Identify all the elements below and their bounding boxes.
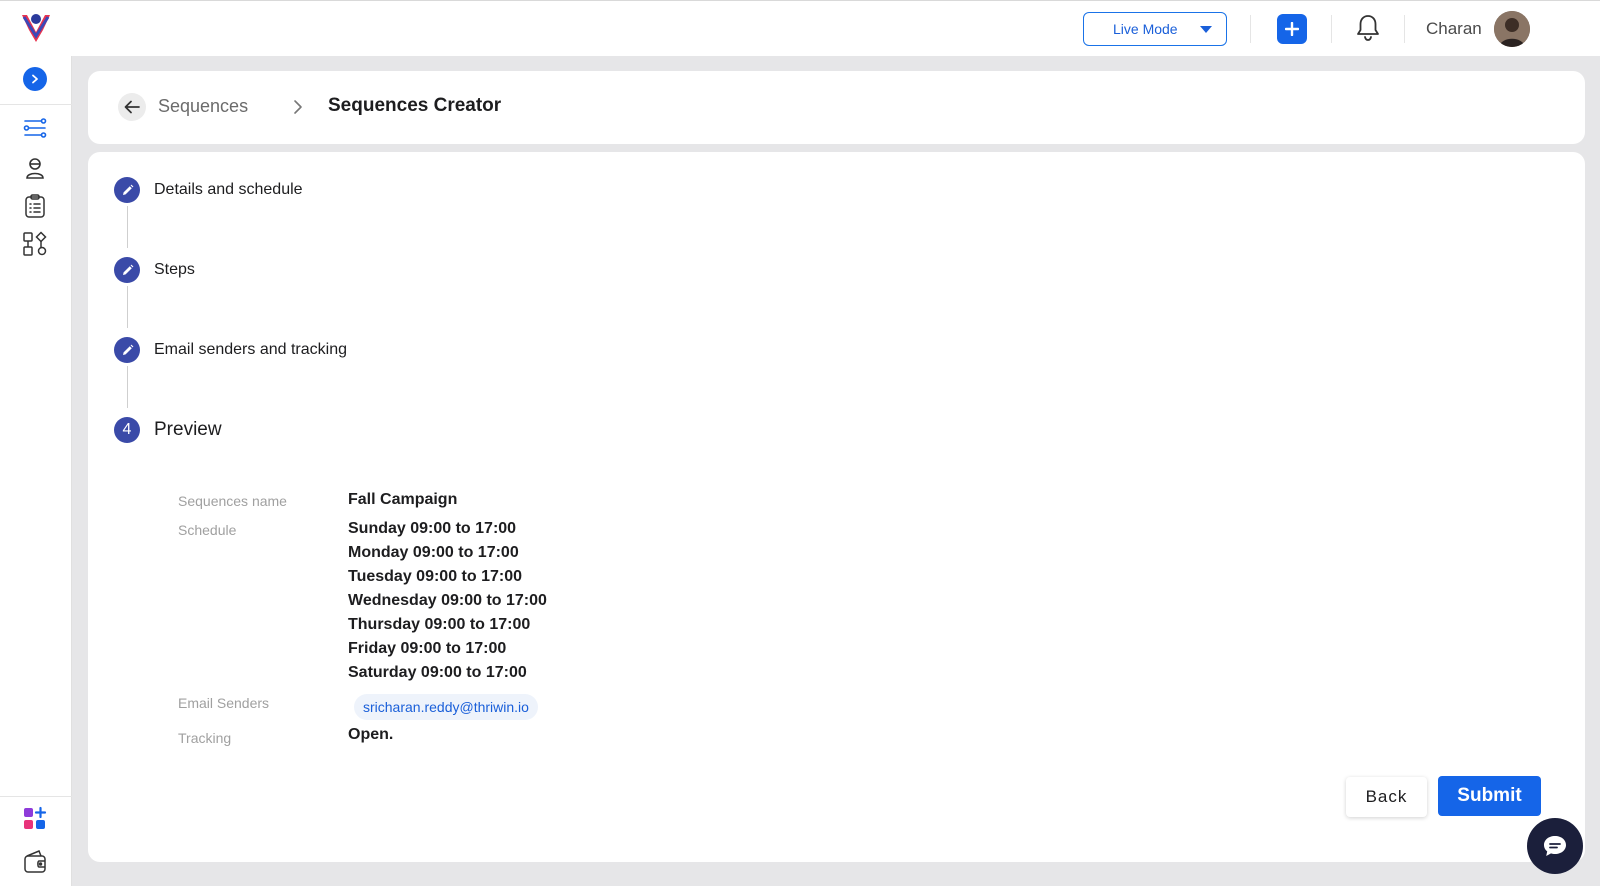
user-icon xyxy=(26,158,44,179)
apps-grid-icon xyxy=(24,806,47,829)
step-label: Steps xyxy=(154,261,195,278)
step-email-senders-and-tracking[interactable]: Email senders and tracking xyxy=(114,337,347,363)
step-label: Email senders and tracking xyxy=(154,341,347,358)
sequences-flow-icon xyxy=(23,118,47,138)
schedule-item: Friday 09:00 to 17:00 xyxy=(348,640,507,657)
user-name[interactable]: Charan xyxy=(1426,19,1482,39)
step-completed-badge xyxy=(114,257,140,283)
chevron-right-icon xyxy=(32,74,38,84)
mode-dropdown[interactable]: Live Mode xyxy=(1083,12,1227,46)
schedule-item: Monday 09:00 to 17:00 xyxy=(348,544,519,561)
sidebar-item-wallet[interactable] xyxy=(22,849,48,875)
mode-label: Live Mode xyxy=(1113,21,1178,37)
sidebar-item-apps[interactable] xyxy=(22,806,48,832)
sidebar-item-contacts[interactable] xyxy=(22,155,48,181)
schedule-item: Tuesday 09:00 to 17:00 xyxy=(348,568,523,585)
tracking-label: Tracking xyxy=(178,730,232,746)
avatar[interactable] xyxy=(1494,11,1530,47)
avatar-image-icon xyxy=(1494,11,1530,47)
back-button[interactable]: Back xyxy=(1346,777,1427,817)
sequence-preview-card: Details and schedule Steps Email senders… xyxy=(88,152,1585,862)
email-senders-label: Email Senders xyxy=(178,695,270,711)
pencil-icon xyxy=(122,184,133,195)
step-number-badge: 4 xyxy=(114,417,140,443)
chat-bubble-icon xyxy=(1544,836,1566,856)
arrow-left-icon xyxy=(124,100,140,114)
sidebar-divider xyxy=(0,104,72,105)
step-connector xyxy=(127,206,128,248)
wallet-icon xyxy=(24,850,46,873)
pencil-icon xyxy=(122,264,133,275)
page-title: Sequences Creator xyxy=(328,95,502,116)
notification-bell-icon[interactable] xyxy=(1354,13,1382,43)
schedule-item: Wednesday 09:00 to 17:00 xyxy=(348,592,547,609)
tracking-value: Open. xyxy=(348,726,394,743)
sidebar-item-workflows[interactable] xyxy=(22,231,48,257)
sidebar xyxy=(0,56,72,886)
breadcrumb: Sequences Sequences Creator xyxy=(88,71,1585,144)
chevron-right-icon xyxy=(294,100,302,114)
schedule-item: Sunday 09:00 to 17:00 xyxy=(348,520,517,537)
step-completed-badge xyxy=(114,177,140,203)
step-connector xyxy=(127,366,128,408)
chat-support-button[interactable] xyxy=(1527,818,1583,874)
step-label: Preview xyxy=(154,419,222,440)
plus-icon xyxy=(1285,22,1299,36)
step-steps[interactable]: Steps xyxy=(114,257,195,283)
back-arrow-button[interactable] xyxy=(118,93,146,121)
topbar-divider xyxy=(1250,15,1251,43)
schedule-item: Saturday 09:00 to 17:00 xyxy=(348,664,527,681)
sidebar-expand-button[interactable] xyxy=(23,67,47,91)
sidebar-divider xyxy=(0,796,72,797)
shapes-workflow-icon xyxy=(23,231,47,256)
topbar-divider xyxy=(1404,15,1405,43)
step-completed-badge xyxy=(114,337,140,363)
step-connector xyxy=(127,286,128,328)
sidebar-item-tasks[interactable] xyxy=(22,193,48,219)
schedule-label: Schedule xyxy=(178,522,237,538)
chevron-down-icon xyxy=(1200,26,1212,33)
step-label: Details and schedule xyxy=(154,181,303,198)
topbar-divider xyxy=(1331,15,1332,43)
sequence-name-label: Sequences name xyxy=(178,493,287,509)
submit-button[interactable]: Submit xyxy=(1438,776,1541,816)
breadcrumb-sequences-link[interactable]: Sequences xyxy=(158,96,248,117)
sidebar-item-sequences[interactable] xyxy=(22,115,48,141)
step-details-and-schedule[interactable]: Details and schedule xyxy=(114,177,303,203)
sequence-name-value: Fall Campaign xyxy=(348,491,458,508)
app-logo-icon[interactable] xyxy=(18,12,54,46)
clipboard-list-icon xyxy=(25,194,45,218)
top-bar: Live Mode Charan xyxy=(0,0,1600,56)
email-sender-chip[interactable]: sricharan.reddy@thriwin.io xyxy=(354,694,538,720)
create-button[interactable] xyxy=(1277,14,1307,44)
pencil-icon xyxy=(122,344,133,355)
step-preview[interactable]: 4 Preview xyxy=(114,417,222,443)
schedule-item: Thursday 09:00 to 17:00 xyxy=(348,616,531,633)
